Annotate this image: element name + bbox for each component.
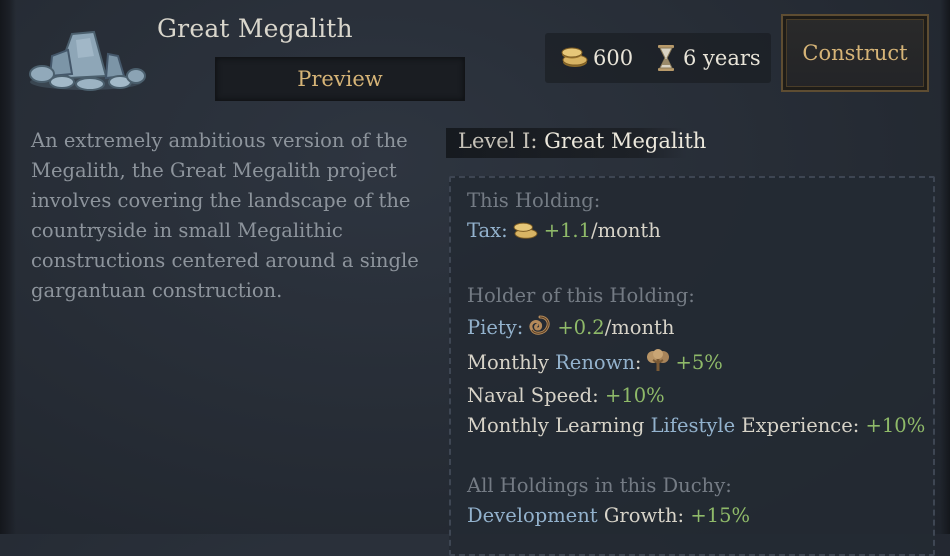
preview-button[interactable]: Preview	[215, 57, 465, 101]
renown-prefix: Monthly	[467, 351, 556, 374]
megalith-icon	[28, 26, 146, 92]
tax-effect: Tax: +1.1/month	[467, 219, 661, 246]
development-value: +15%	[690, 504, 751, 527]
gold-coins-icon	[560, 44, 590, 70]
level-prefix: Level I:	[458, 129, 538, 153]
learning-effect: Monthly Learning Lifestyle Experience: +…	[467, 414, 925, 437]
build-time: 6 years	[683, 46, 761, 70]
dynasty-tree-icon	[645, 349, 671, 378]
left-edge-shadow	[0, 0, 16, 534]
renown-label[interactable]: Renown	[555, 351, 635, 374]
hourglass-icon	[657, 44, 675, 72]
level-name: Great Megalith	[544, 129, 707, 153]
development-effect: Development Growth: +15%	[467, 504, 750, 527]
learning-value: +10%	[865, 414, 926, 437]
tax-value: +1.1	[543, 219, 592, 242]
section-duchy: All Holdings in this Duchy:	[467, 474, 732, 497]
lifestyle-label[interactable]: Lifestyle	[651, 414, 736, 437]
development-suffix: Growth:	[597, 504, 685, 527]
piety-icon	[527, 314, 553, 343]
naval-speed-effect: Naval Speed: +10%	[467, 384, 665, 407]
right-edge-shadow	[940, 0, 950, 534]
development-label[interactable]: Development	[467, 504, 598, 527]
naval-speed-label: Naval Speed:	[467, 384, 599, 407]
piety-effect: Piety: +0.2/month	[467, 314, 674, 343]
building-title: Great Megalith	[157, 14, 353, 43]
tax-unit: /month	[591, 219, 661, 242]
piety-unit: /month	[604, 316, 675, 339]
naval-speed-value: +10%	[604, 384, 665, 407]
renown-value: +5%	[675, 351, 723, 374]
section-holder: Holder of this Holding:	[467, 284, 695, 307]
learning-suffix: Experience:	[735, 414, 860, 437]
level-header: Level I: Great Megalith	[458, 129, 706, 153]
tax-label[interactable]: Tax:	[467, 219, 508, 242]
piety-label[interactable]: Piety:	[467, 316, 523, 339]
building-description: An extremely ambitious version of the Me…	[31, 129, 419, 302]
section-this-holding: This Holding:	[467, 189, 601, 212]
piety-value: +0.2	[557, 316, 605, 339]
learning-prefix: Monthly Learning	[467, 414, 651, 437]
renown-effect: Monthly Renown: +5%	[467, 349, 723, 378]
renown-suffix: :	[634, 351, 642, 374]
construct-button[interactable]: Construct	[781, 14, 929, 92]
gold-coins-icon	[512, 219, 540, 246]
gold-cost: 600	[593, 46, 634, 70]
